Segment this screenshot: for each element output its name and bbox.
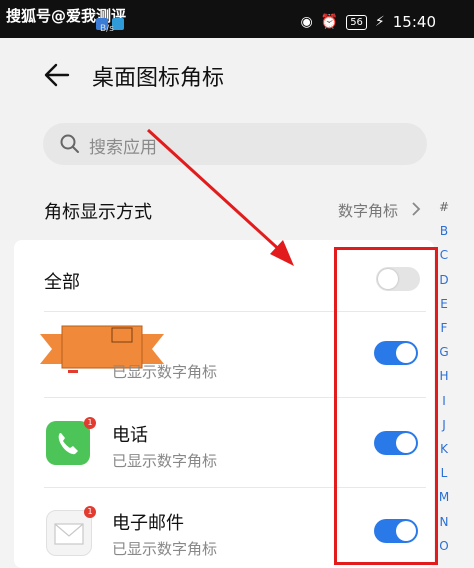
- network-speed: B/s: [100, 24, 114, 34]
- envelope-icon: [54, 523, 84, 545]
- index-letter[interactable]: I: [437, 394, 451, 408]
- index-letter[interactable]: N: [437, 515, 451, 529]
- app-subtitle: 已显示数字角标: [112, 452, 218, 470]
- index-letter[interactable]: H: [437, 369, 451, 383]
- index-letter[interactable]: M: [437, 490, 451, 504]
- search-icon: [60, 134, 79, 153]
- notification-badge: 1: [84, 417, 96, 429]
- index-letter[interactable]: O: [437, 539, 451, 553]
- page-title: 桌面图标角标: [92, 66, 225, 91]
- app-screen: 搜狐号@爱我测评 B/s ◉ ⏰ 56 ⚡ 15:40 桌面图标角标 搜索应用 …: [0, 0, 474, 568]
- phone-app-icon: [46, 421, 90, 465]
- annotation-highlight-box: [334, 247, 438, 565]
- search-input[interactable]: 搜索应用: [43, 123, 427, 165]
- chevron-right-icon[interactable]: [410, 200, 422, 218]
- notification-badge: 1: [84, 506, 96, 518]
- badge-mode-value[interactable]: 数字角标: [338, 200, 398, 221]
- app-name: 电话: [112, 425, 148, 446]
- index-letter[interactable]: D: [437, 273, 451, 287]
- charging-icon: ⚡: [374, 14, 385, 30]
- all-label: 全部: [44, 272, 80, 293]
- index-letter[interactable]: F: [437, 321, 451, 335]
- app-name: 电子邮件: [112, 513, 184, 534]
- index-letter[interactable]: L: [437, 466, 451, 480]
- index-letter[interactable]: B: [437, 224, 451, 238]
- status-right: ◉ ⏰ 56 ⚡ 15:40: [301, 13, 436, 31]
- email-app-icon: [46, 510, 92, 556]
- phone-icon: [58, 433, 78, 455]
- eye-icon: ◉: [300, 14, 313, 30]
- index-letter[interactable]: C: [437, 248, 451, 262]
- index-letter[interactable]: #: [437, 200, 451, 214]
- index-letter[interactable]: K: [437, 442, 451, 456]
- app-subtitle: 已显示数字角标: [112, 540, 218, 558]
- index-letter[interactable]: G: [437, 345, 451, 359]
- status-bar: 搜狐号@爱我测评 B/s ◉ ⏰ 56 ⚡ 15:40: [0, 0, 474, 38]
- alarm-icon: ⏰: [320, 14, 339, 30]
- app-subtitle: 已显示数字角标: [112, 363, 218, 381]
- index-letter[interactable]: E: [437, 297, 451, 311]
- battery-icon: 56: [346, 14, 367, 30]
- badge-mode-label[interactable]: 角标显示方式: [44, 198, 152, 224]
- index-letter[interactable]: J: [437, 418, 451, 432]
- search-placeholder: 搜索应用: [89, 138, 157, 158]
- back-arrow-icon[interactable]: [44, 62, 70, 88]
- clock: 15:40: [392, 13, 436, 31]
